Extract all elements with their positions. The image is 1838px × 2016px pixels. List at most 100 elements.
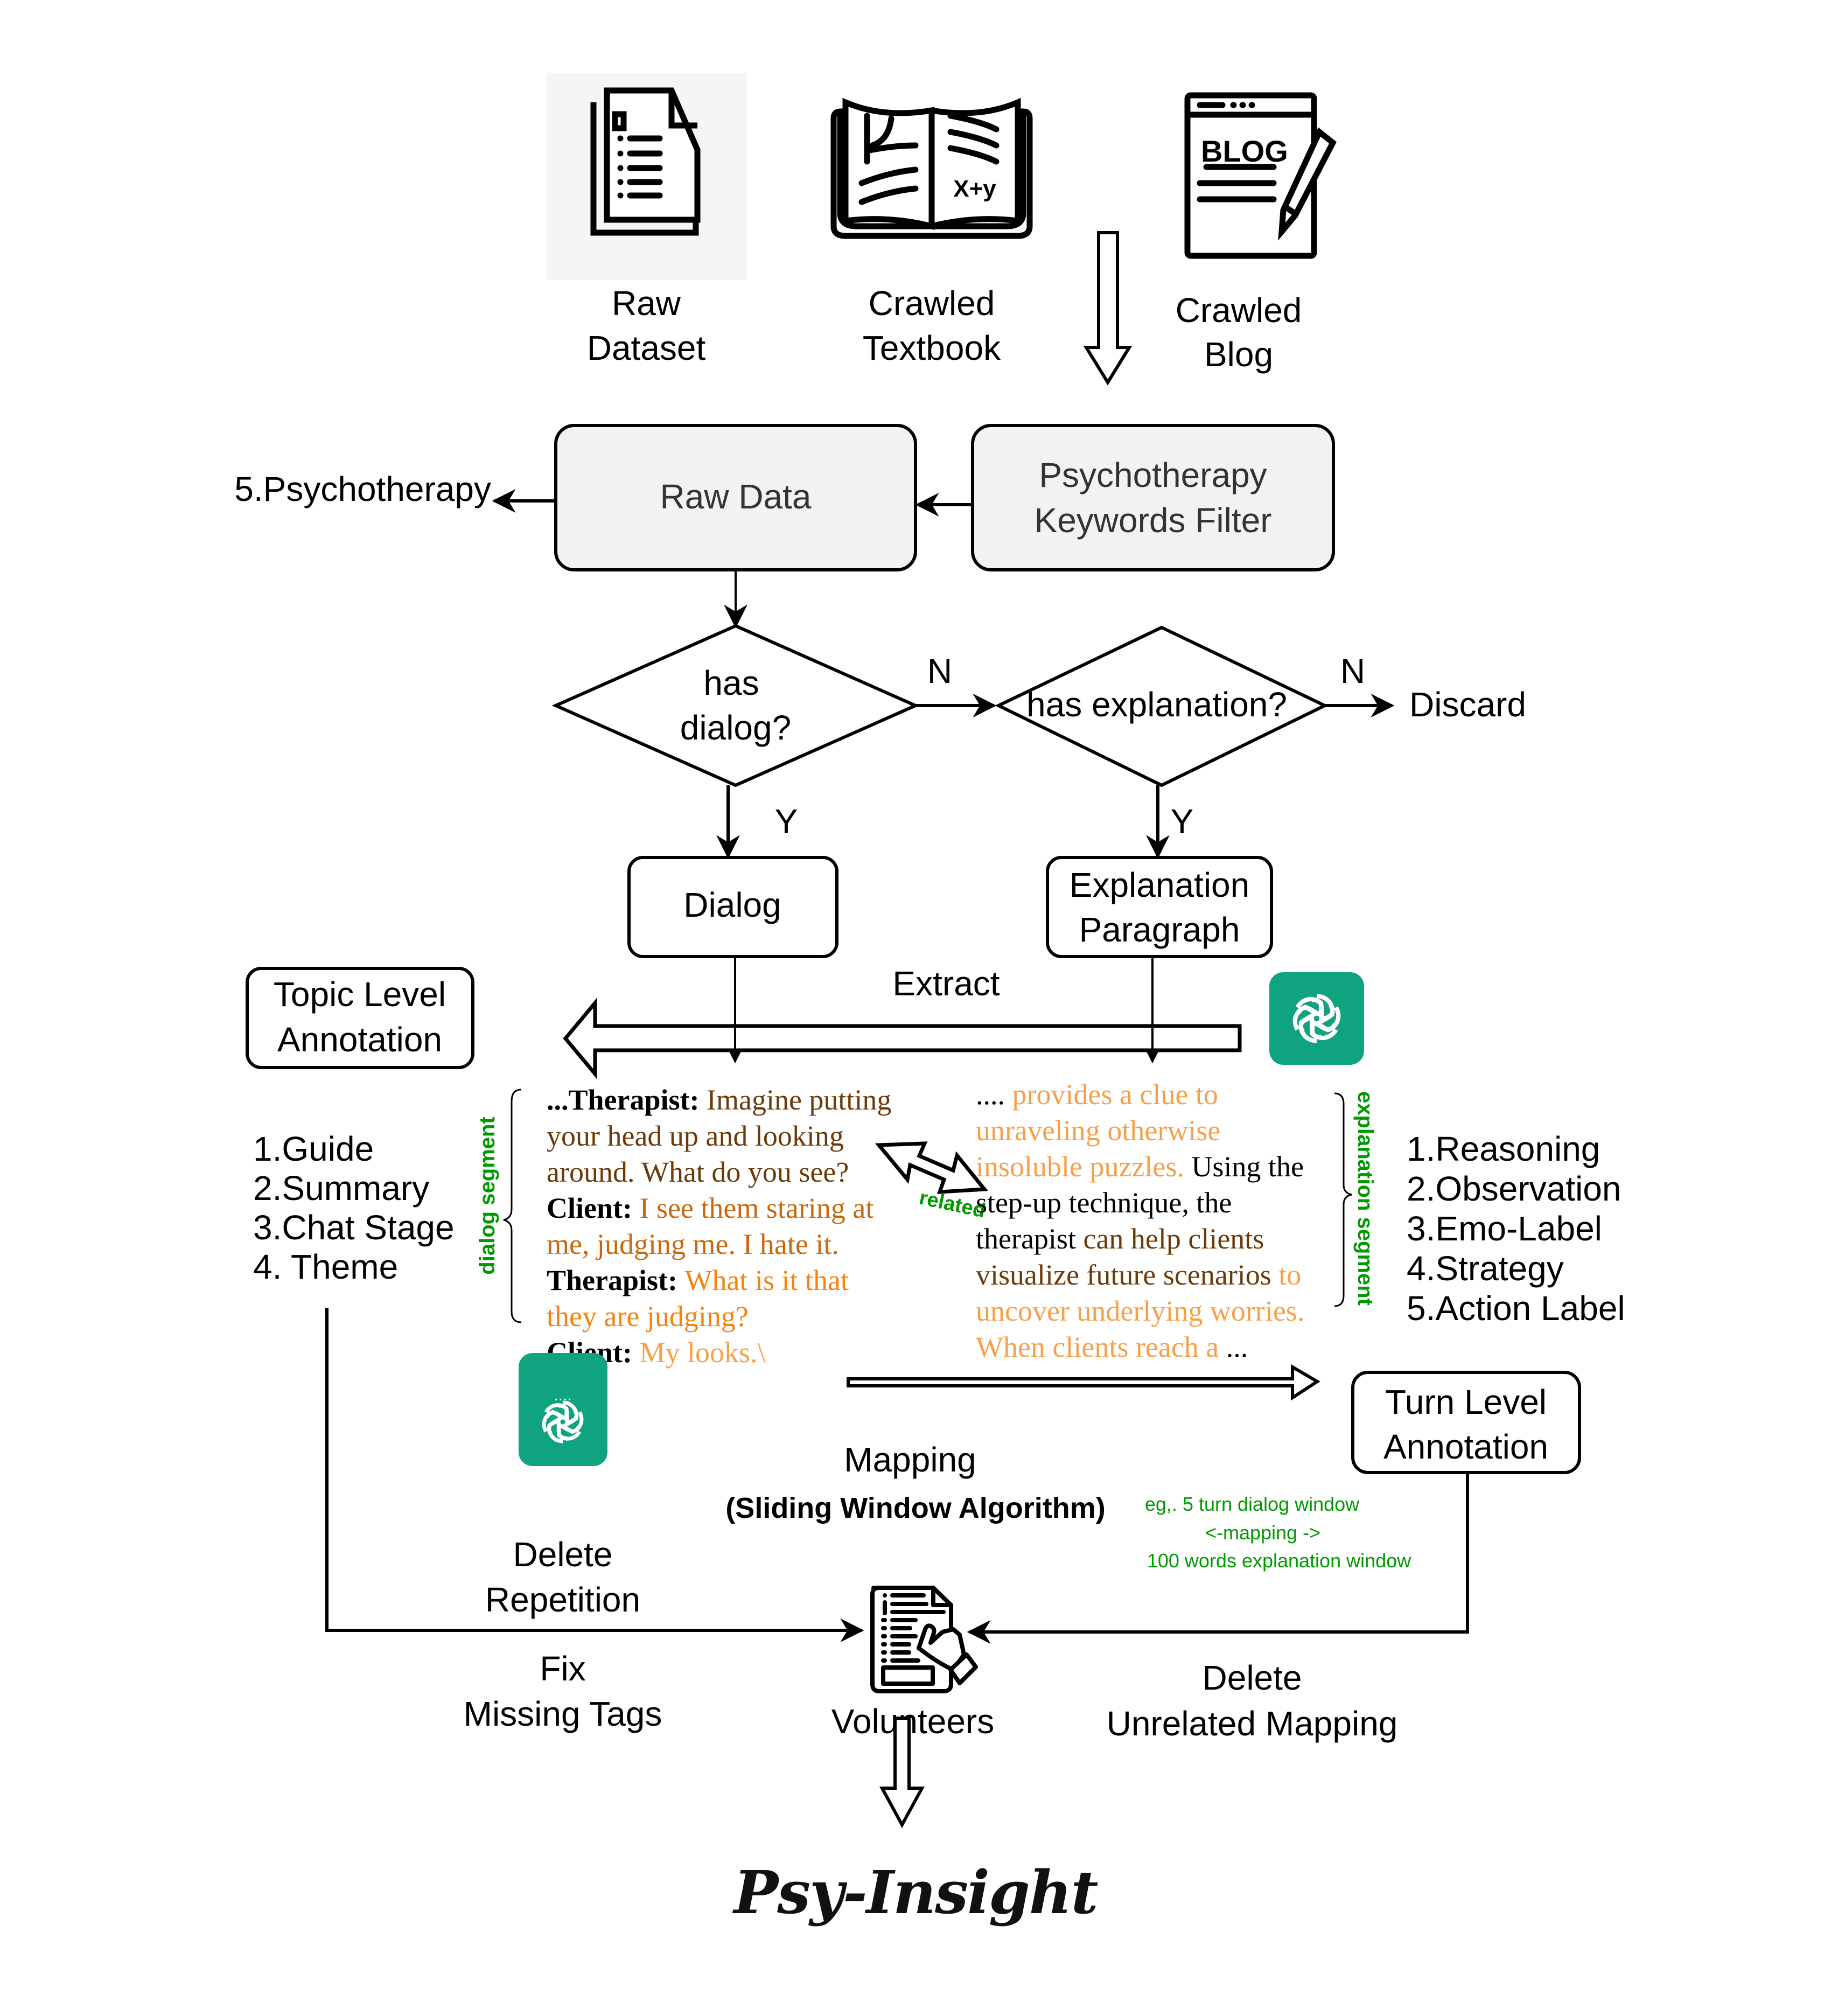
- blog-icon-text: BLOG: [1201, 134, 1288, 168]
- dialog-excerpt-line: they are judging?: [547, 1300, 749, 1333]
- raw-dataset-label-1: Raw: [612, 284, 681, 323]
- delete-unrelated-label-2: Unrelated Mapping: [1107, 1704, 1398, 1743]
- document-stack-icon: [590, 87, 701, 236]
- decision-has-dialog-label-2: dialog?: [680, 708, 791, 747]
- raw-data-label: Raw Data: [660, 477, 812, 516]
- gpt-logo-bg: [519, 1353, 607, 1466]
- psychotherapy-output-label: 5.Psychotherapy: [234, 470, 491, 508]
- explanation-box-label-1: Explanation: [1070, 866, 1249, 904]
- edge-label-y1: Y: [775, 802, 798, 841]
- explanation-excerpt-text-run: therapist: [976, 1223, 1083, 1255]
- topic-items-list: 1.Guide2.Summary3.Chat Stage4. Theme: [253, 1129, 455, 1286]
- dialog-segment-brace: [503, 1089, 522, 1323]
- fix-missing-label-1: Fix: [540, 1649, 585, 1688]
- dialog-excerpt-text-run: your head up and looking: [547, 1120, 844, 1152]
- turn-items-list: 1.Reasoning2.Observation3.Emo-Label4.Str…: [1407, 1129, 1625, 1328]
- discard-label: Discard: [1409, 685, 1526, 724]
- mapping-note: eg,. 5 turn dialog window <-mapping -> 1…: [1145, 1493, 1411, 1572]
- dialog-excerpt-line: ...Therapist: Imagine putting: [547, 1084, 891, 1116]
- dialog-excerpt-line: your head up and looking: [547, 1120, 844, 1152]
- crawled-textbook-label-1: Crawled: [869, 284, 995, 323]
- crawled-blog-label-1: Crawled: [1176, 291, 1302, 330]
- turn-item: 2.Observation: [1407, 1169, 1621, 1208]
- explanation-excerpt-line: visualize future scenarios to: [976, 1259, 1301, 1291]
- topic-item: 2.Summary: [253, 1169, 429, 1208]
- explanation-excerpt-text-run: ...: [1226, 1331, 1248, 1363]
- extract-label: Extract: [892, 964, 1000, 1003]
- dialog-segment-label: dialog segment: [476, 1117, 499, 1274]
- mapping-note-line-2: <-mapping ->: [1205, 1522, 1320, 1544]
- explanation-excerpt-text-run: uncover underlying worries.: [976, 1295, 1304, 1327]
- speaker-label: Client:: [547, 1192, 639, 1224]
- mapping-arrow: [847, 1364, 1320, 1401]
- gpt-logo-mapping: ....: [519, 1353, 607, 1466]
- explanation-excerpt-line: step-up technique, the: [976, 1187, 1232, 1219]
- related-double-arrow: related: [875, 1141, 989, 1223]
- volunteers-label: Volunteers: [831, 1702, 994, 1741]
- explanation-segment-label: explanation segment: [1353, 1091, 1377, 1306]
- crawled-textbook-label-2: Textbook: [863, 329, 1001, 367]
- turn-item: 3.Emo-Label: [1407, 1209, 1602, 1248]
- keywords-filter-box[interactable]: [971, 424, 1335, 571]
- topic-item: 4. Theme: [253, 1247, 398, 1286]
- turn-item: 4.Strategy: [1407, 1249, 1564, 1288]
- delete-unrelated-label-1: Delete: [1203, 1658, 1302, 1697]
- speaker-label: Therapist:: [547, 1264, 685, 1296]
- speaker-label: ...Therapist:: [547, 1084, 707, 1116]
- topic-box-label-2: Annotation: [277, 1020, 442, 1059]
- mapping-label: Mapping: [844, 1440, 976, 1479]
- delete-repetition-label-2: Repetition: [485, 1580, 640, 1619]
- decision-has-dialog-label-1: has: [703, 664, 759, 702]
- explanation-excerpt-text-run: When clients reach a: [976, 1331, 1226, 1363]
- dialog-excerpt-text-run: My looks.\: [639, 1336, 765, 1369]
- keywords-filter-label-2: Keywords Filter: [1035, 501, 1272, 540]
- psy-insight-logo: Psy-Insight: [732, 1858, 1098, 1927]
- dialog-excerpt-line: Client: I see them staring at: [547, 1192, 873, 1224]
- source-raw-dataset: Raw Dataset: [547, 73, 747, 367]
- book-icon-formula: X+y: [953, 176, 996, 202]
- mapping-note-line-3: 100 words explanation window: [1147, 1550, 1411, 1572]
- fix-missing-label-2: Missing Tags: [464, 1694, 662, 1733]
- explanation-excerpt-line: unraveling otherwise: [976, 1114, 1220, 1147]
- explanation-excerpt-text-run: to: [1278, 1259, 1301, 1291]
- pipeline-diagram: Raw Dataset X+y Crawled Textbook BLOG Cr…: [234, 73, 1625, 1927]
- source-crawled-textbook: X+y Crawled Textbook: [830, 97, 1033, 367]
- explanation-excerpt-line: .... provides a clue to: [976, 1078, 1218, 1111]
- turn-box-label-2: Annotation: [1383, 1427, 1548, 1466]
- volunteer-review-icon: [870, 1586, 978, 1693]
- keywords-filter-label-1: Psychotherapy: [1039, 456, 1267, 494]
- topic-item: 1.Guide: [253, 1129, 374, 1168]
- extract-arrow: [563, 997, 1242, 1079]
- edge-label-y2: Y: [1171, 802, 1194, 841]
- explanation-excerpt-text-run: provides a clue to: [1012, 1078, 1218, 1111]
- edge-label-n2: N: [1340, 652, 1365, 690]
- explanation-excerpt-text-run: can help clients: [1083, 1223, 1264, 1255]
- edge-label-n1: N: [927, 652, 952, 690]
- dialog-box-label: Dialog: [683, 885, 781, 924]
- dialog-excerpt-text-run: Imagine putting: [707, 1084, 891, 1116]
- explanation-excerpt-text-run: insoluble puzzles.: [976, 1150, 1191, 1183]
- explanation-excerpt-text-run: unraveling otherwise: [976, 1114, 1220, 1147]
- mapping-note-line-1: eg,. 5 turn dialog window: [1145, 1493, 1360, 1515]
- explanation-excerpt-text-run: ....: [976, 1078, 1012, 1111]
- gpt-logo-bg: [1269, 972, 1364, 1065]
- explanation-box-label-2: Paragraph: [1079, 910, 1240, 949]
- mapping-sublabel: (Sliding Window Algorithm): [725, 1492, 1105, 1524]
- explanation-excerpt-line: uncover underlying worries.: [976, 1295, 1304, 1327]
- sources-to-filter-arrow: [1083, 231, 1133, 386]
- explanation-excerpt-line: therapist can help clients: [976, 1223, 1264, 1255]
- blog-page-icon: [1184, 92, 1337, 259]
- dialog-excerpt-line: around. What do you see?: [547, 1156, 849, 1188]
- explanation-segment-brace: [1334, 1092, 1352, 1307]
- turn-item: 1.Reasoning: [1407, 1129, 1600, 1168]
- decision-has-dialog[interactable]: [551, 624, 920, 787]
- dialog-excerpt-text-run: they are judging?: [547, 1300, 749, 1333]
- crawled-blog-label-2: Blog: [1204, 335, 1273, 374]
- explanation-excerpt-text-run: Using the: [1191, 1150, 1304, 1183]
- decision-has-explanation-label: has explanation?: [1026, 685, 1287, 724]
- topic-box-label-1: Topic Level: [274, 975, 446, 1014]
- turn-box-label-1: Turn Level: [1385, 1383, 1547, 1421]
- explanation-excerpt-line: insoluble puzzles. Using the: [976, 1150, 1304, 1183]
- topic-item: 3.Chat Stage: [253, 1208, 455, 1247]
- dialog-excerpt-text-run: I see them staring at: [639, 1192, 873, 1224]
